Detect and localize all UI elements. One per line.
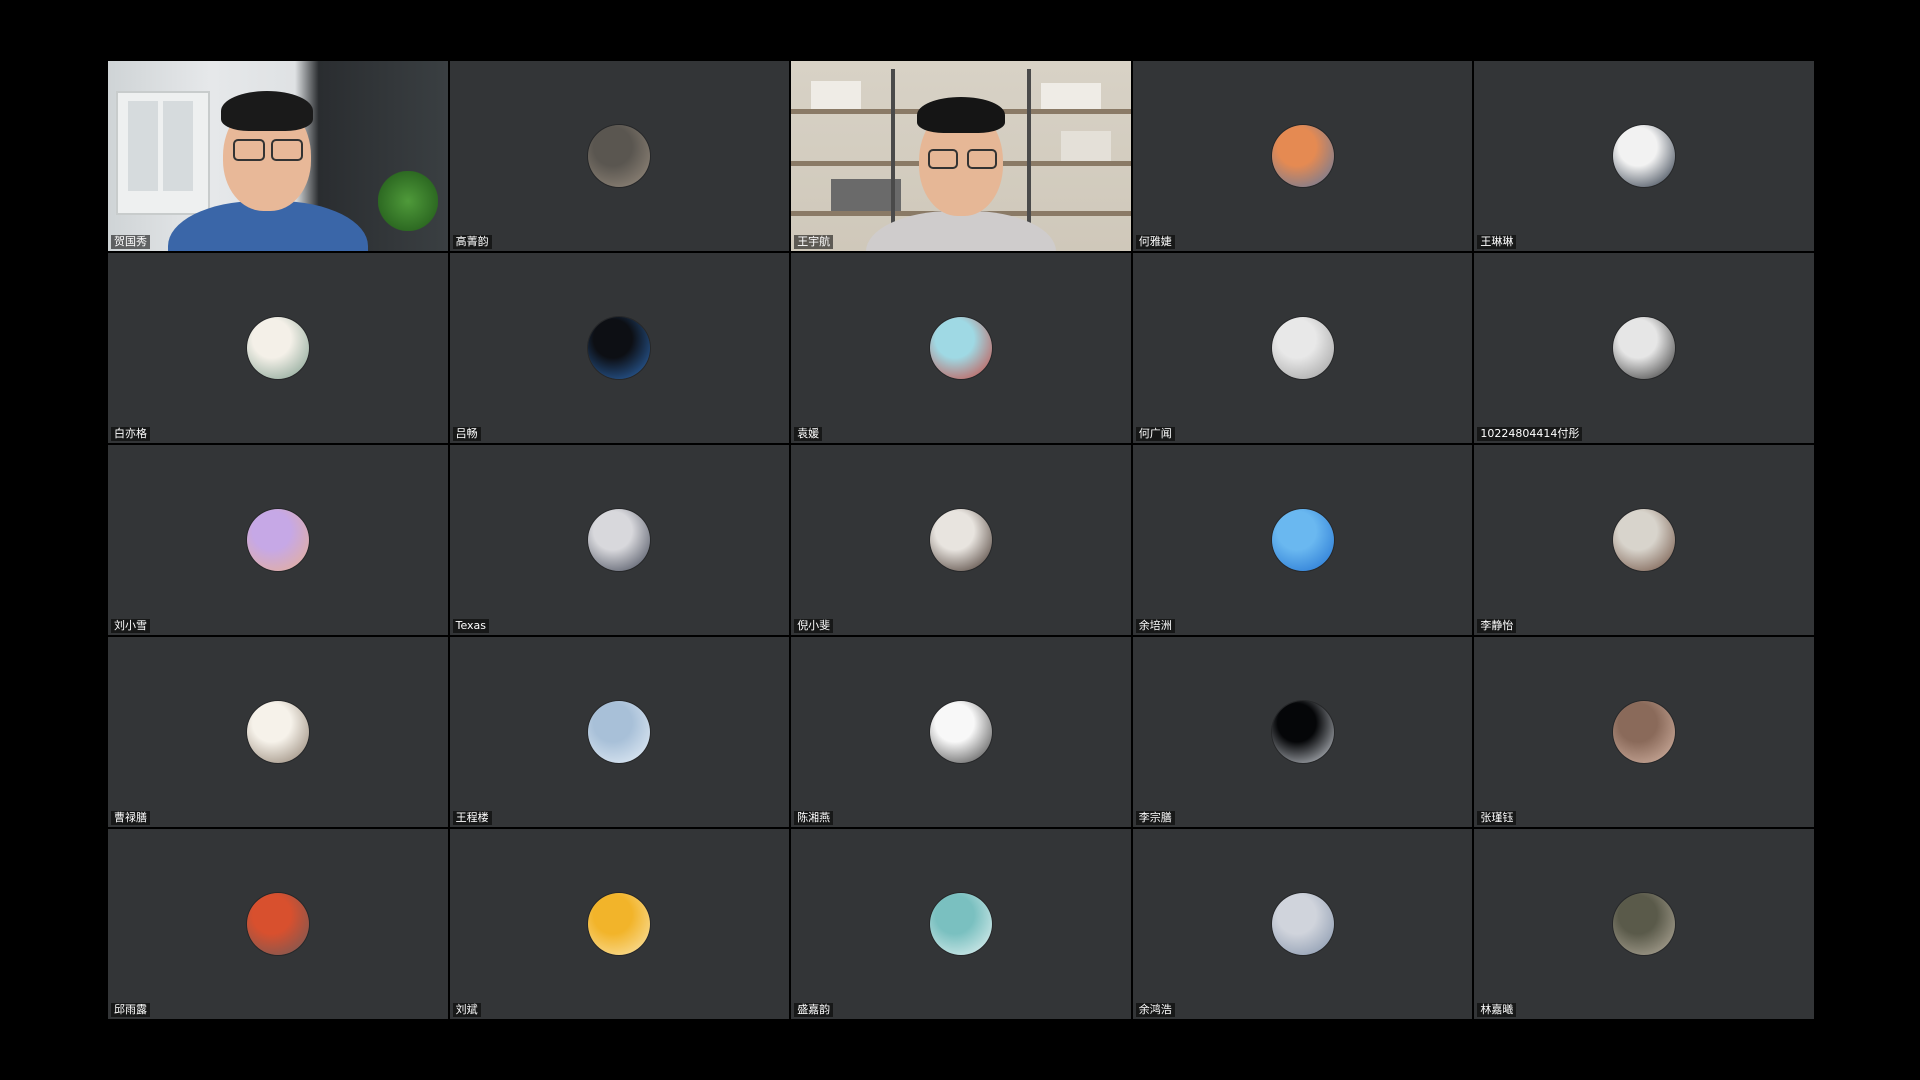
participant-avatar xyxy=(246,509,309,571)
participant-avatar xyxy=(929,317,992,379)
participant-avatar xyxy=(588,701,651,763)
participant-tile[interactable]: Texas xyxy=(449,445,790,635)
participant-name: 高菁韵 xyxy=(452,235,492,249)
participant-name: 余鸿浩 xyxy=(1135,1003,1175,1017)
participant-name: 盛嘉韵 xyxy=(794,1003,834,1017)
participant-tile[interactable]: 高菁韵 xyxy=(449,61,790,251)
participant-name: 白亦格 xyxy=(111,427,150,441)
participant-name: 刘斌 xyxy=(452,1003,481,1017)
participant-name: 曹禄膳 xyxy=(111,811,150,825)
participant-tile[interactable]: 倪小斐 xyxy=(791,445,1131,635)
participant-name: 10224804414付彤 xyxy=(1477,427,1583,441)
participant-name: 王程楼 xyxy=(452,811,492,825)
participant-avatar xyxy=(1613,701,1676,763)
participant-gallery: 贺国秀 高菁韵 王宇航 何雅婕 王琳琳白亦格 吕畅 袁媛 何广闻 10224804414付彤刘小… xyxy=(108,61,1814,1019)
participant-name: 何广闻 xyxy=(1135,427,1175,441)
participant-tile[interactable]: 何雅婕 xyxy=(1132,61,1473,251)
participant-avatar xyxy=(1271,893,1334,955)
participant-avatar xyxy=(1613,317,1676,379)
participant-avatar xyxy=(588,317,651,379)
participant-tile[interactable]: 王宇航 xyxy=(791,61,1131,251)
participant-tile[interactable]: 李静怡 xyxy=(1474,445,1814,635)
participant-name: 陈湘燕 xyxy=(794,811,834,825)
participant-tile[interactable]: 余鸿浩 xyxy=(1132,829,1473,1019)
participant-name: 刘小雪 xyxy=(111,619,150,633)
participant-name: 王琳琳 xyxy=(1477,235,1517,249)
participant-tile[interactable]: 10224804414付彤 xyxy=(1474,253,1814,443)
participant-avatar xyxy=(588,893,651,955)
participant-tile[interactable]: 邱雨露 xyxy=(108,829,448,1019)
participant-tile[interactable]: 刘小雪 xyxy=(108,445,448,635)
participant-avatar xyxy=(246,317,309,379)
participant-tile[interactable]: 余培洲 xyxy=(1132,445,1473,635)
participant-avatar xyxy=(588,509,651,571)
participant-name: 张瑾钰 xyxy=(1477,811,1517,825)
participant-avatar xyxy=(246,893,309,955)
participant-tile[interactable]: 陈湘燕 xyxy=(791,637,1131,827)
participant-name: 李静怡 xyxy=(1477,619,1517,633)
participant-tile[interactable]: 盛嘉韵 xyxy=(791,829,1131,1019)
participant-avatar xyxy=(1271,125,1334,187)
participant-tile[interactable]: 吕畅 xyxy=(449,253,790,443)
participant-tile[interactable]: 刘斌 xyxy=(449,829,790,1019)
participant-avatar xyxy=(1613,125,1676,187)
participant-avatar xyxy=(929,509,992,571)
participant-name: Texas xyxy=(452,619,489,633)
participant-avatar xyxy=(929,893,992,955)
participant-tile[interactable]: 李宗膳 xyxy=(1132,637,1473,827)
participant-avatar xyxy=(1271,317,1334,379)
participant-tile[interactable]: 何广闻 xyxy=(1132,253,1473,443)
participant-tile[interactable]: 王程楼 xyxy=(449,637,790,827)
participant-tile[interactable]: 白亦格 xyxy=(108,253,448,443)
participant-name: 贺国秀 xyxy=(111,235,150,249)
participant-video xyxy=(791,61,1131,251)
participant-avatar xyxy=(1271,509,1334,571)
participant-name: 王宇航 xyxy=(794,235,834,249)
participant-tile[interactable]: 林嘉曦 xyxy=(1474,829,1814,1019)
participant-name: 何雅婕 xyxy=(1135,235,1175,249)
participant-avatar xyxy=(246,701,309,763)
participant-tile[interactable]: 张瑾钰 xyxy=(1474,637,1814,827)
participant-avatar xyxy=(1613,509,1676,571)
participant-tile[interactable]: 王琳琳 xyxy=(1474,61,1814,251)
participant-tile[interactable]: 贺国秀 xyxy=(108,61,448,251)
participant-video xyxy=(108,61,448,251)
participant-name: 李宗膳 xyxy=(1135,811,1175,825)
participant-name: 余培洲 xyxy=(1135,619,1175,633)
participant-avatar xyxy=(588,125,651,187)
participant-name: 邱雨露 xyxy=(111,1003,150,1017)
participant-name: 袁媛 xyxy=(794,427,823,441)
participant-avatar xyxy=(1271,701,1334,763)
participant-tile[interactable]: 曹禄膳 xyxy=(108,637,448,827)
participant-avatar xyxy=(1613,893,1676,955)
participant-tile[interactable]: 袁媛 xyxy=(791,253,1131,443)
participant-name: 吕畅 xyxy=(452,427,481,441)
participant-name: 倪小斐 xyxy=(794,619,834,633)
participant-avatar xyxy=(929,701,992,763)
participant-name: 林嘉曦 xyxy=(1477,1003,1517,1017)
